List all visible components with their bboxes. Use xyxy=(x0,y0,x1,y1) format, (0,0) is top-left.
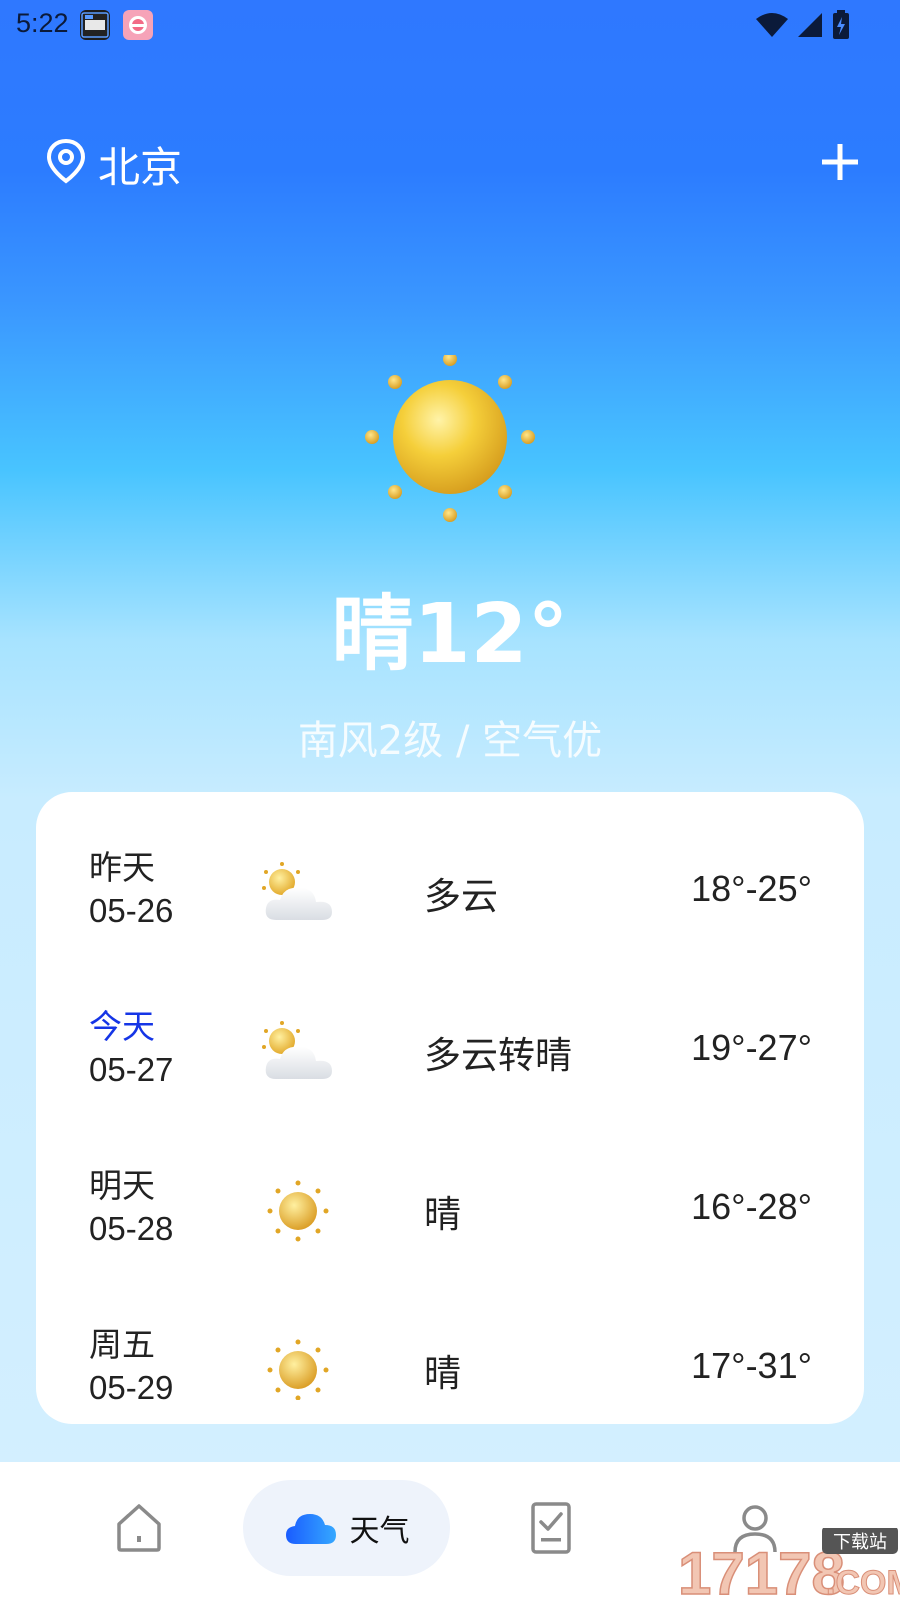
sun-icon xyxy=(267,1180,329,1242)
partly-cloudy-icon xyxy=(262,862,332,920)
status-bar: 5:22 xyxy=(0,0,900,50)
forecast-range: 19°-27° xyxy=(691,1027,812,1068)
cell-signal-icon xyxy=(798,13,822,37)
forecast-row[interactable]: 今天 05-27 多云转晴 19°-27° xyxy=(36,951,864,1110)
forecast-day: 今天 xyxy=(89,1007,155,1046)
forecast-date: 05-27 xyxy=(89,1051,174,1088)
forecast-date: 05-28 xyxy=(89,1210,174,1247)
forecast-range: 18°-25° xyxy=(691,868,812,909)
forecast-range: 17°-31° xyxy=(691,1345,812,1386)
battery-charging-icon xyxy=(833,10,849,39)
forecast-day: 明天 xyxy=(89,1166,155,1205)
sun-icon xyxy=(365,355,535,522)
wifi-icon xyxy=(756,13,788,37)
nav-weather[interactable]: 天气 xyxy=(243,1480,450,1576)
forecast-date: 05-29 xyxy=(89,1369,174,1400)
current-condition-temp: 晴12° xyxy=(331,587,569,682)
city-name[interactable]: 北京 xyxy=(98,134,182,195)
cloud-icon xyxy=(285,1514,336,1544)
sun-icon xyxy=(267,1339,329,1400)
nav-weather-label: 天气 xyxy=(349,1514,410,1549)
watermark-tag: 下载站 xyxy=(833,1532,887,1553)
forecast-condition: 晴 xyxy=(424,1193,461,1236)
pink-app-icon xyxy=(123,10,153,40)
watermark-logo: 17178 下载站 .COM xyxy=(677,1528,900,1600)
forecast-day: 周五 xyxy=(89,1325,155,1364)
current-details: 南风2级 / 空气优 xyxy=(297,718,603,764)
checklist-icon xyxy=(531,1502,571,1554)
forecast-list[interactable]: 昨天 05-26 多云 18°-25° 今天 05-27 多云转晴 19°-27… xyxy=(36,792,864,1400)
watermark-brand: 17178 xyxy=(678,1540,845,1600)
nav-home[interactable] xyxy=(100,1480,178,1576)
location-pin-icon[interactable] xyxy=(46,138,86,184)
status-time: 5:22 xyxy=(16,8,69,38)
forecast-card[interactable]: 昨天 05-26 多云 18°-25° 今天 05-27 多云转晴 19°-27… xyxy=(36,792,864,1424)
forecast-row[interactable]: 明天 05-28 晴 16°-28° xyxy=(36,1110,864,1269)
forecast-condition: 晴 xyxy=(424,1352,461,1395)
home-icon xyxy=(117,1504,161,1552)
forecast-date: 05-26 xyxy=(89,892,174,929)
partly-cloudy-icon xyxy=(262,1021,332,1079)
forecast-condition: 多云 xyxy=(424,875,498,918)
plus-icon[interactable] xyxy=(818,140,862,184)
forecast-row[interactable]: 昨天 05-26 多云 18°-25° xyxy=(36,792,864,951)
header: 北京 xyxy=(0,130,900,194)
forecast-row[interactable]: 周五 05-29 晴 17°-31° xyxy=(36,1269,864,1400)
forecast-range: 16°-28° xyxy=(691,1186,812,1227)
calendar-widget-icon xyxy=(80,10,110,40)
forecast-condition: 多云转晴 xyxy=(424,1034,572,1077)
forecast-day: 昨天 xyxy=(89,848,155,887)
nav-notes[interactable] xyxy=(512,1480,590,1576)
watermark-suffix: .COM xyxy=(826,1564,900,1600)
